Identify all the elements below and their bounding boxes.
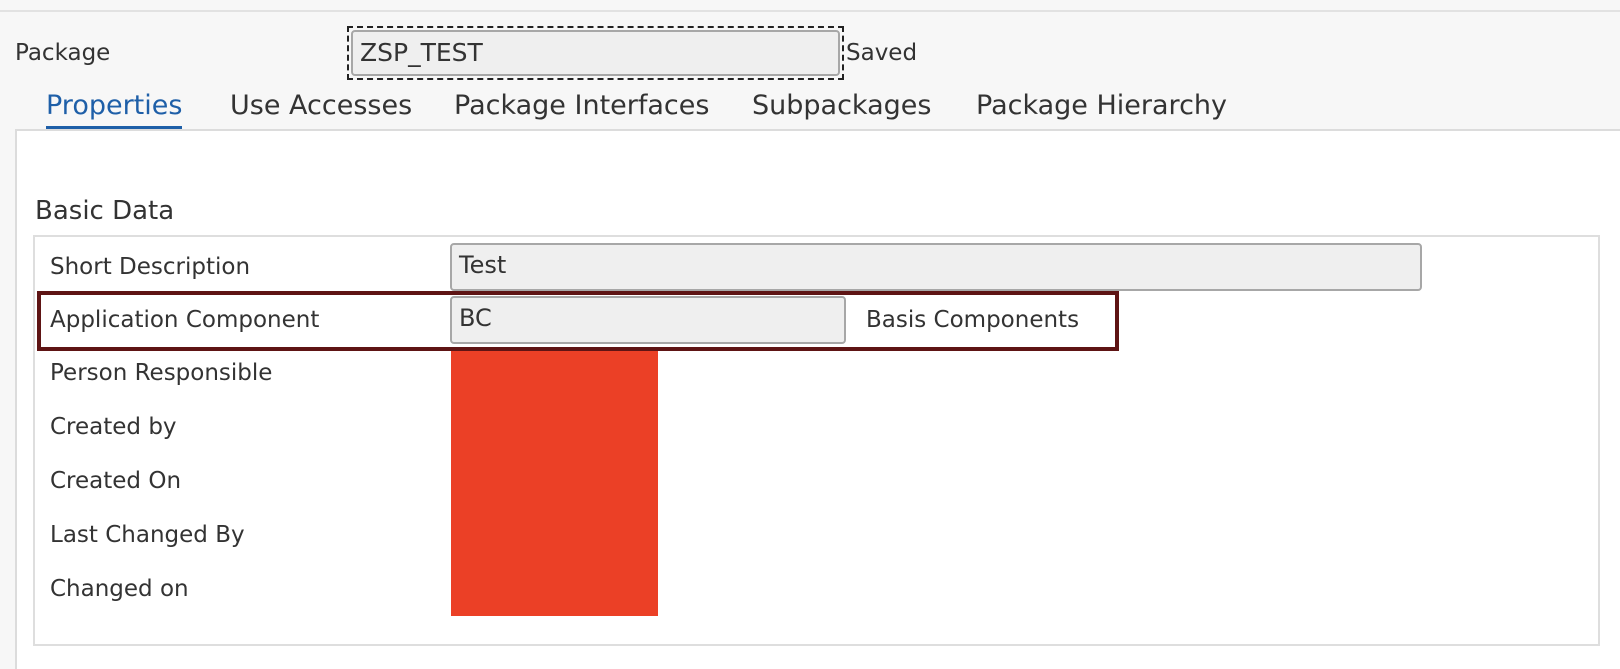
short-description-field[interactable]: Test xyxy=(450,243,1422,291)
tab-use-accesses[interactable]: Use Accesses xyxy=(230,86,412,130)
redaction-block xyxy=(451,351,658,616)
save-status: Saved xyxy=(846,40,918,66)
changed-on-label: Changed on xyxy=(50,576,189,602)
application-component-field[interactable]: BC xyxy=(450,296,846,344)
application-component-description: Basis Components xyxy=(866,307,1080,333)
tab-package-hierarchy[interactable]: Package Hierarchy xyxy=(976,86,1227,130)
basic-data-title: Basic Data xyxy=(35,196,175,226)
package-name-field[interactable]: ZSP_TEST xyxy=(351,30,840,76)
tab-bar: Properties Use Accesses Package Interfac… xyxy=(0,86,1620,130)
created-on-label: Created On xyxy=(50,468,182,494)
tab-properties[interactable]: Properties xyxy=(46,86,183,130)
tab-subpackages[interactable]: Subpackages xyxy=(752,86,931,130)
short-description-label: Short Description xyxy=(50,254,251,280)
package-label: Package xyxy=(15,40,111,66)
application-component-label: Application Component xyxy=(50,307,320,333)
top-divider xyxy=(0,10,1620,12)
created-by-label: Created by xyxy=(50,414,177,440)
tab-package-interfaces[interactable]: Package Interfaces xyxy=(454,86,709,130)
person-responsible-label: Person Responsible xyxy=(50,360,273,386)
last-changed-by-label: Last Changed By xyxy=(50,522,245,548)
